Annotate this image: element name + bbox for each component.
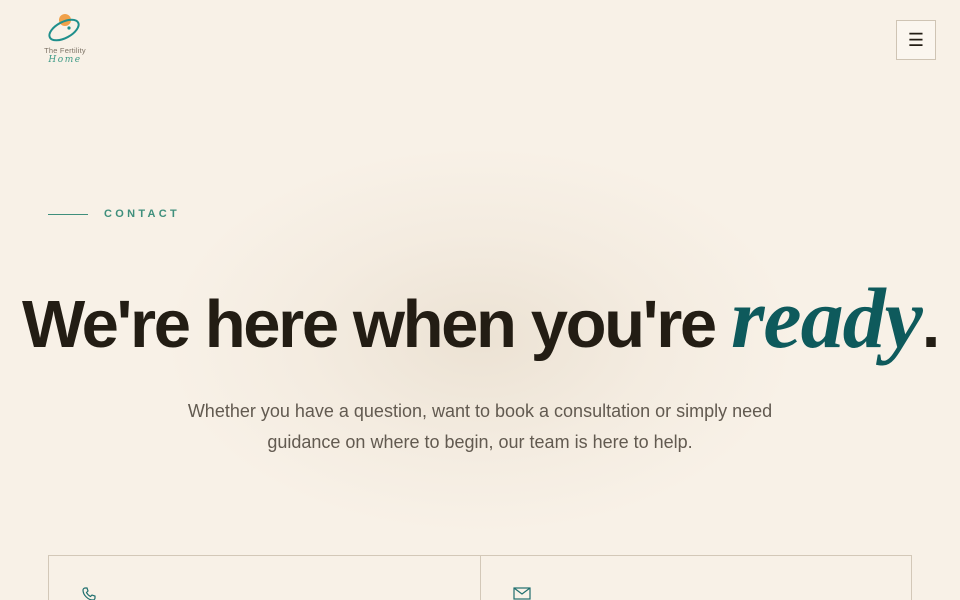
contact-page: The Fertility Home ☰ CONTACT We're here … [0,0,960,600]
eyebrow-divider [48,213,88,215]
logo-text: The Fertility [44,46,86,55]
email-card[interactable] [479,556,912,600]
headline-main: We're here when you're [22,287,717,362]
contact-cards [48,555,912,600]
phone-icon [82,587,96,600]
eyebrow-label: CONTACT [104,208,181,220]
headline-period: . [921,287,941,362]
page-title: We're here when you're ready. [0,268,960,375]
site-logo[interactable]: The Fertility Home [34,8,96,70]
headline-accent: ready [730,270,923,366]
logo-mark-icon [48,14,80,42]
logo-script-text: Home [48,55,82,65]
section-eyebrow: CONTACT [48,208,180,220]
page-subtitle: Whether you have a question, want to boo… [187,401,773,452]
site-header: The Fertility Home ☰ [0,0,960,80]
mail-icon [512,587,531,600]
menu-button[interactable]: ☰ [896,20,936,60]
phone-card[interactable] [49,556,480,600]
hamburger-menu-icon: ☰ [907,29,925,50]
